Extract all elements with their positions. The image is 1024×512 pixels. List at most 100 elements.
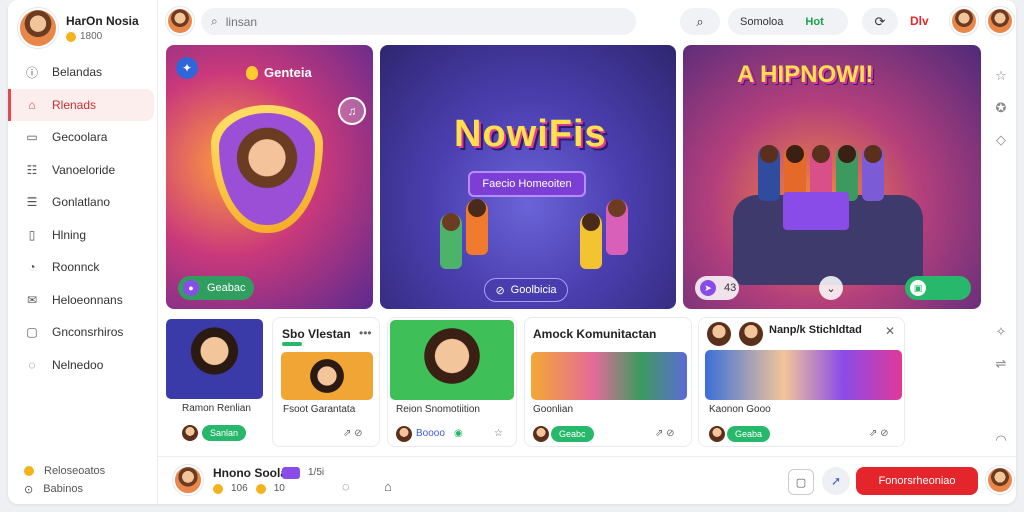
sidebar-item-5[interactable]: ☰ Gonlatlano <box>8 186 158 219</box>
sidebar-item-7[interactable]: ◔ Roonnck <box>8 251 158 284</box>
sidebar-item-9[interactable]: ▢ Gnconsrhiros <box>8 316 158 349</box>
card-chip-green[interactable]: ▣ <box>905 276 971 300</box>
filter-label: Somoloa <box>740 15 784 28</box>
video-thumbnail[interactable] <box>531 352 687 400</box>
close-icon[interactable]: ✕ <box>885 324 895 338</box>
avatar[interactable] <box>173 465 203 495</box>
top-avatar[interactable] <box>166 7 194 35</box>
video-card-2[interactable]: Sbo Vlestan ••• Fsoot Garantata ⇗ ⊘ <box>272 317 380 447</box>
game-logo: NowiFis <box>454 113 607 155</box>
video-card-1[interactable]: Ramon Renlian Sanlan <box>166 317 271 447</box>
channel-chip[interactable]: Geabc <box>551 426 594 442</box>
link-icon[interactable]: ⇗ ⊘ <box>869 428 889 439</box>
sparkle-icon[interactable]: ✧ <box>986 316 1016 348</box>
star-icon[interactable]: ✦ <box>176 57 198 79</box>
bottom-bar: Hnono Soola 1/5i 106 10 ◌ ⌂ ▢ ➚ Fonorsrh… <box>158 456 1016 504</box>
avatar <box>709 426 725 442</box>
tag-icon[interactable]: ◇ <box>986 124 1016 156</box>
star-icon[interactable]: ☆ <box>494 428 503 439</box>
card-chip[interactable]: ⊘ Goolbicia <box>484 278 568 302</box>
character <box>440 213 462 269</box>
channel-chip[interactable]: Geaba <box>727 426 771 442</box>
square-button[interactable]: ▢ <box>788 469 814 495</box>
channel-chip[interactable]: Sanlan <box>202 425 247 441</box>
search-button[interactable]: ⌕ <box>680 8 720 35</box>
friend-avatar[interactable] <box>950 7 978 35</box>
send-button[interactable]: ➚ <box>822 467 850 495</box>
chip-label[interactable]: Boooo <box>416 428 445 439</box>
video-thumbnail[interactable] <box>390 320 514 400</box>
sidebar-item-label: Nelnedoo <box>52 357 104 372</box>
video-caption: Reion Snomotiition <box>396 404 480 415</box>
avatar <box>533 426 549 442</box>
sidebar-item-2[interactable]: ⌂ Rlenads <box>8 88 154 121</box>
home-icon[interactable]: ⌂ <box>384 479 392 494</box>
expand-icon[interactable]: ⌄ <box>819 276 843 300</box>
search-icon: ⌕ <box>211 14 218 28</box>
video-thumbnail[interactable] <box>705 350 902 400</box>
video-card-4[interactable]: Amock Komunitactan Goonlian Geabc ⇗ ⊘ <box>524 317 692 447</box>
avatar <box>739 322 763 346</box>
coin-icon <box>213 483 223 494</box>
sidebar-item-1[interactable]: ⓘ Belandas <box>8 56 158 89</box>
search-input[interactable] <box>225 14 606 29</box>
sidebar-item-8[interactable]: ✉ Heloeonnans <box>8 284 158 317</box>
game-tagline[interactable]: Faecio Homeoiten <box>468 171 586 197</box>
card-chip-label: Goolbicia <box>510 284 557 296</box>
app-window: HarOn Nosia 1800 ⓘ Belandas ⌂ Rlenads ▭ Gec… <box>8 0 1016 504</box>
characters-group <box>440 199 488 269</box>
hot-label: Hot <box>805 15 824 28</box>
video-title: Amock Komunitactan <box>533 327 657 341</box>
clock-icon: ◔ <box>28 260 36 275</box>
video-card-3[interactable]: Reion Snomotiition Boooo ◉ ☆ <box>387 317 517 447</box>
profile-coins: 1800 <box>80 31 103 42</box>
featured-card-1[interactable]: ✦ Genteia ♫ ● Geabac <box>166 45 373 309</box>
video-title: Sbo Vlestan <box>282 327 351 341</box>
sidebar-item-6[interactable]: ▯ Hlning <box>8 219 158 252</box>
card-title-text: Genteia <box>264 65 312 80</box>
more-icon[interactable]: ••• <box>359 326 372 340</box>
sidebar-item-4[interactable]: ☷ Vanoeloride <box>8 154 158 187</box>
sidebar-item-10[interactable]: ◌ Nelnedoo <box>8 349 158 382</box>
coin-icon <box>66 31 76 42</box>
share-icon[interactable]: ⇌ <box>986 348 1016 380</box>
badge-icon[interactable]: ✪ <box>986 92 1016 124</box>
send-icon: ➤ <box>700 280 716 296</box>
card-chip[interactable]: ● Geabac <box>178 276 254 300</box>
avatar <box>182 425 198 441</box>
character <box>758 145 780 201</box>
sidebar-item-3[interactable]: ▭ Gecoolara <box>8 121 158 154</box>
video-thumbnail[interactable] <box>166 319 263 399</box>
link-icon[interactable]: ⇗ ⊘ <box>655 428 675 439</box>
help-icon: ⊙ <box>24 483 34 496</box>
live-label[interactable]: Dlv <box>910 14 929 28</box>
bottom-name: Hnono Soola <box>213 466 287 480</box>
right-rail: ☆ ✪ ◇ <box>986 60 1016 156</box>
headset-icon[interactable]: ◠ <box>986 424 1016 456</box>
primary-cta-button[interactable]: Fonorsrheoniao <box>856 467 978 495</box>
video-card-5[interactable]: Nanp/k Stichldtad ✕ Kaonon Gooo Geaba ⇗ … <box>698 317 905 447</box>
star-icon[interactable]: ☆ <box>986 60 1016 92</box>
sidebar-footer-item[interactable]: Reloseoatos <box>24 462 105 480</box>
music-icon[interactable]: ♫ <box>338 97 366 125</box>
sidebar-item-label: Heloeonnans <box>52 292 123 307</box>
sidebar-footer-item[interactable]: ⊙ Babinos <box>24 480 105 498</box>
card-chip[interactable]: ➤ 43 <box>695 276 739 300</box>
featured-card-3[interactable]: A HIPNOWI! ➤ 43 ⌄ ▣ <box>683 45 981 309</box>
history-button[interactable]: ⟳ <box>862 8 898 35</box>
meta-value: 10 <box>273 483 285 494</box>
profile[interactable]: HarOn Nosia 1800 <box>18 8 139 48</box>
video-thumbnail[interactable] <box>281 352 373 400</box>
comment-icon[interactable]: ◌ <box>342 479 350 494</box>
mail-icon: ✉ <box>26 292 38 307</box>
link-icon[interactable]: ⇗ ⊘ <box>343 428 363 439</box>
search-bar[interactable]: ⌕ <box>201 8 636 35</box>
link-icon: ⊘ <box>495 284 505 297</box>
avatar[interactable] <box>986 466 1014 494</box>
user-avatar[interactable] <box>986 7 1014 35</box>
filter-pill[interactable]: Somoloa Hot <box>728 8 848 35</box>
home-icon: ⌂ <box>28 97 36 112</box>
image-icon: ▣ <box>910 280 926 296</box>
profile-sub: 1800 <box>66 31 139 42</box>
featured-card-2[interactable]: NowiFis Faecio Homeoiten ⊘ Goolbicia <box>380 45 676 309</box>
